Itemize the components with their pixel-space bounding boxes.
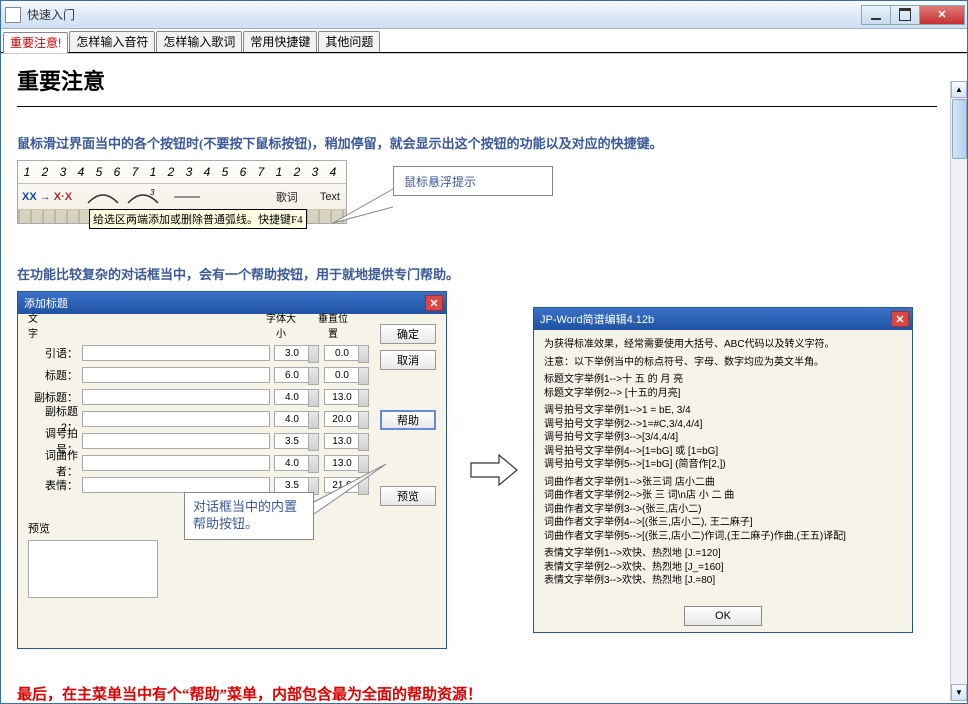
hover-tooltip: 给选区两端添加或删除普通弧线。快捷键F4 — [89, 209, 307, 229]
help-popup: JP-Word简谱编辑4.12b ✕ 为获得标准效果，经常需要使用大括号、ABC… — [533, 307, 913, 633]
tab-input-notes[interactable]: 怎样输入音符 — [69, 31, 155, 52]
col-vpos: 垂直位置 — [314, 310, 352, 340]
callout-hover-tip: 鼠标悬浮提示 — [393, 166, 553, 196]
input-author[interactable] — [82, 455, 270, 471]
heading-rule — [17, 106, 937, 107]
section-text-label: 文字 — [28, 310, 38, 340]
xx-arrow-icon: XX → X·X — [18, 191, 76, 203]
arc3-icon: 3 — [126, 189, 160, 205]
help-popup-title: JP-Word简谱编辑4.12b — [540, 311, 654, 327]
spin-size-0[interactable]: 3.0 — [274, 345, 310, 361]
intro-para-1: 鼠标滑过界面当中的各个按钮时(不要按下鼠标按钮)，稍加停留，就会显示出这个按钮的… — [17, 133, 937, 152]
scroll-up-icon[interactable]: ▲ — [951, 81, 967, 98]
main-window: 快速入门 重要注意! 怎样输入音符 怎样输入歌词 常用快捷键 其他问题 重要注意… — [0, 0, 968, 704]
dialog-close-icon[interactable]: ✕ — [425, 295, 443, 311]
callout-help-button: 对话框当中的内置帮助按钮。 — [184, 492, 314, 540]
input-subtitle2[interactable] — [82, 411, 270, 427]
preview-box — [28, 540, 158, 598]
help-close-icon[interactable]: ✕ — [891, 311, 909, 327]
help-ok-button[interactable]: OK — [684, 606, 762, 626]
spin-size-1[interactable]: 6.0 — [274, 367, 310, 383]
arrow-right-icon — [469, 453, 519, 487]
spin-vpos-2[interactable]: 13.0 — [324, 389, 360, 405]
final-note: 最后，在主菜单当中有个“帮助”菜单，内部包含最为全面的帮助资源！ — [17, 683, 937, 703]
lyric-button: 歌词 — [270, 189, 304, 205]
input-keysig[interactable] — [82, 433, 270, 449]
add-title-dialog: 添加标题 ✕ 文字 字体大小 垂直位置 引语：3.00 — [17, 291, 447, 649]
page-title: 重要注意 — [17, 64, 937, 96]
input-title[interactable] — [82, 367, 270, 383]
spin-size-4[interactable]: 3.5 — [274, 433, 310, 449]
toolbar-screenshot: 1234567 1234567 1234 XX → X·X 3 歌词 — [17, 160, 557, 250]
minimize-button[interactable] — [861, 5, 891, 25]
callout-tail — [329, 185, 393, 215]
scroll-down-icon[interactable]: ▼ — [951, 684, 967, 701]
svg-text:3: 3 — [150, 189, 155, 197]
help-block: 标题文字举例1-->十 五 的 月 亮 标题文字举例2--> [十五的月亮] — [544, 373, 902, 400]
input-expression[interactable] — [82, 477, 270, 493]
maximize-button[interactable] — [890, 5, 920, 25]
scroll-thumb[interactable] — [952, 99, 967, 159]
tab-important[interactable]: 重要注意! — [3, 32, 68, 53]
help-line: 注意：以下举例当中的标点符号、字母、数字均应为英文半角。 — [544, 356, 902, 370]
intro-para-2: 在功能比较复杂的对话框当中，会有一个帮助按钮，用于就地提供专门帮助。 — [17, 264, 937, 283]
tab-input-lyrics[interactable]: 怎样输入歌词 — [156, 31, 242, 52]
help-block: 词曲作者文字举例1-->张三词 店小二曲 词曲作者文字举例2-->张 三 词\n… — [544, 476, 902, 544]
spin-vpos-0[interactable]: 0.0 — [324, 345, 360, 361]
spin-vpos-3[interactable]: 20.0 — [324, 411, 360, 427]
close-button[interactable] — [919, 5, 965, 25]
dialog-title: 添加标题 — [24, 295, 68, 311]
spin-vpos-1[interactable]: 0.0 — [324, 367, 360, 383]
callout2-tail — [314, 464, 370, 514]
titlebar: 快速入门 — [1, 1, 967, 29]
app-icon — [5, 7, 21, 23]
window-title: 快速入门 — [27, 6, 75, 23]
spin-vpos-4[interactable]: 13.0 — [324, 433, 360, 449]
help-button[interactable]: 帮助 — [380, 410, 436, 430]
help-line: 为获得标准效果，经常需要使用大括号、ABC代码以及转义字符。 — [544, 338, 902, 352]
arc-icon — [86, 189, 120, 205]
spin-size-5[interactable]: 4.0 — [274, 455, 310, 471]
vertical-scrollbar[interactable]: ▲ ▼ — [950, 81, 967, 701]
input-quote[interactable] — [82, 345, 270, 361]
cancel-button[interactable]: 取消 — [380, 350, 436, 370]
tab-shortcuts[interactable]: 常用快捷键 — [243, 31, 317, 52]
content-area: 重要注意 鼠标滑过界面当中的各个按钮时(不要按下鼠标按钮)，稍加停留，就会显示出… — [1, 53, 967, 703]
spin-size-2[interactable]: 4.0 — [274, 389, 310, 405]
col-font-size: 字体大小 — [262, 310, 300, 340]
tab-other[interactable]: 其他问题 — [318, 31, 380, 52]
spin-size-6[interactable]: 3.5 — [274, 477, 310, 493]
input-subtitle[interactable] — [82, 389, 270, 405]
dialog-help-figure: 添加标题 ✕ 文字 字体大小 垂直位置 引语：3.00 — [17, 291, 937, 649]
help-block: 表情文字举例1-->欢快、热烈地 [J.=120] 表情文字举例2-->欢快、热… — [544, 547, 902, 588]
line-icon — [172, 189, 202, 205]
ok-button[interactable]: 确定 — [380, 324, 436, 344]
toolbar-number-row: 1234567 1234567 1234 — [18, 161, 346, 183]
tabs-row: 重要注意! 怎样输入音符 怎样输入歌词 常用快捷键 其他问题 — [1, 29, 967, 53]
spin-size-3[interactable]: 4.0 — [274, 411, 310, 427]
help-block: 调号拍号文字举例1-->1 = bE, 3/4 调号拍号文字举例2-->1=#C… — [544, 404, 902, 472]
